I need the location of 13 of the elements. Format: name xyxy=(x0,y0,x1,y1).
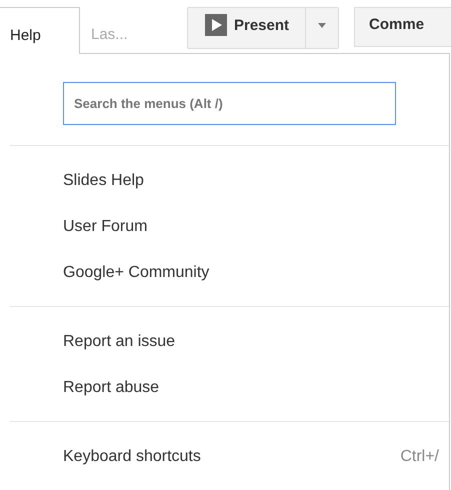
present-button[interactable]: Present xyxy=(188,8,306,48)
menu-bar-item[interactable]: Help xyxy=(0,7,80,54)
search-field[interactable]: Search the menus (Alt /) xyxy=(63,82,396,125)
menu-item[interactable]: Report abuse xyxy=(10,365,449,411)
shortcut-label: Ctrl+/ xyxy=(400,448,439,466)
menu-item[interactable]: Google+ Community xyxy=(10,250,449,296)
play-icon xyxy=(205,14,227,36)
menu-item[interactable]: Report an issue xyxy=(10,319,449,365)
comments-button[interactable]: Comme xyxy=(354,7,451,47)
menu-item[interactable]: User Forum xyxy=(10,204,449,250)
menu-item[interactable]: Keyboard shortcuts Ctrl+/ xyxy=(10,434,449,480)
menu-item[interactable]: Slides Help xyxy=(10,158,449,204)
caret-icon xyxy=(318,23,326,28)
